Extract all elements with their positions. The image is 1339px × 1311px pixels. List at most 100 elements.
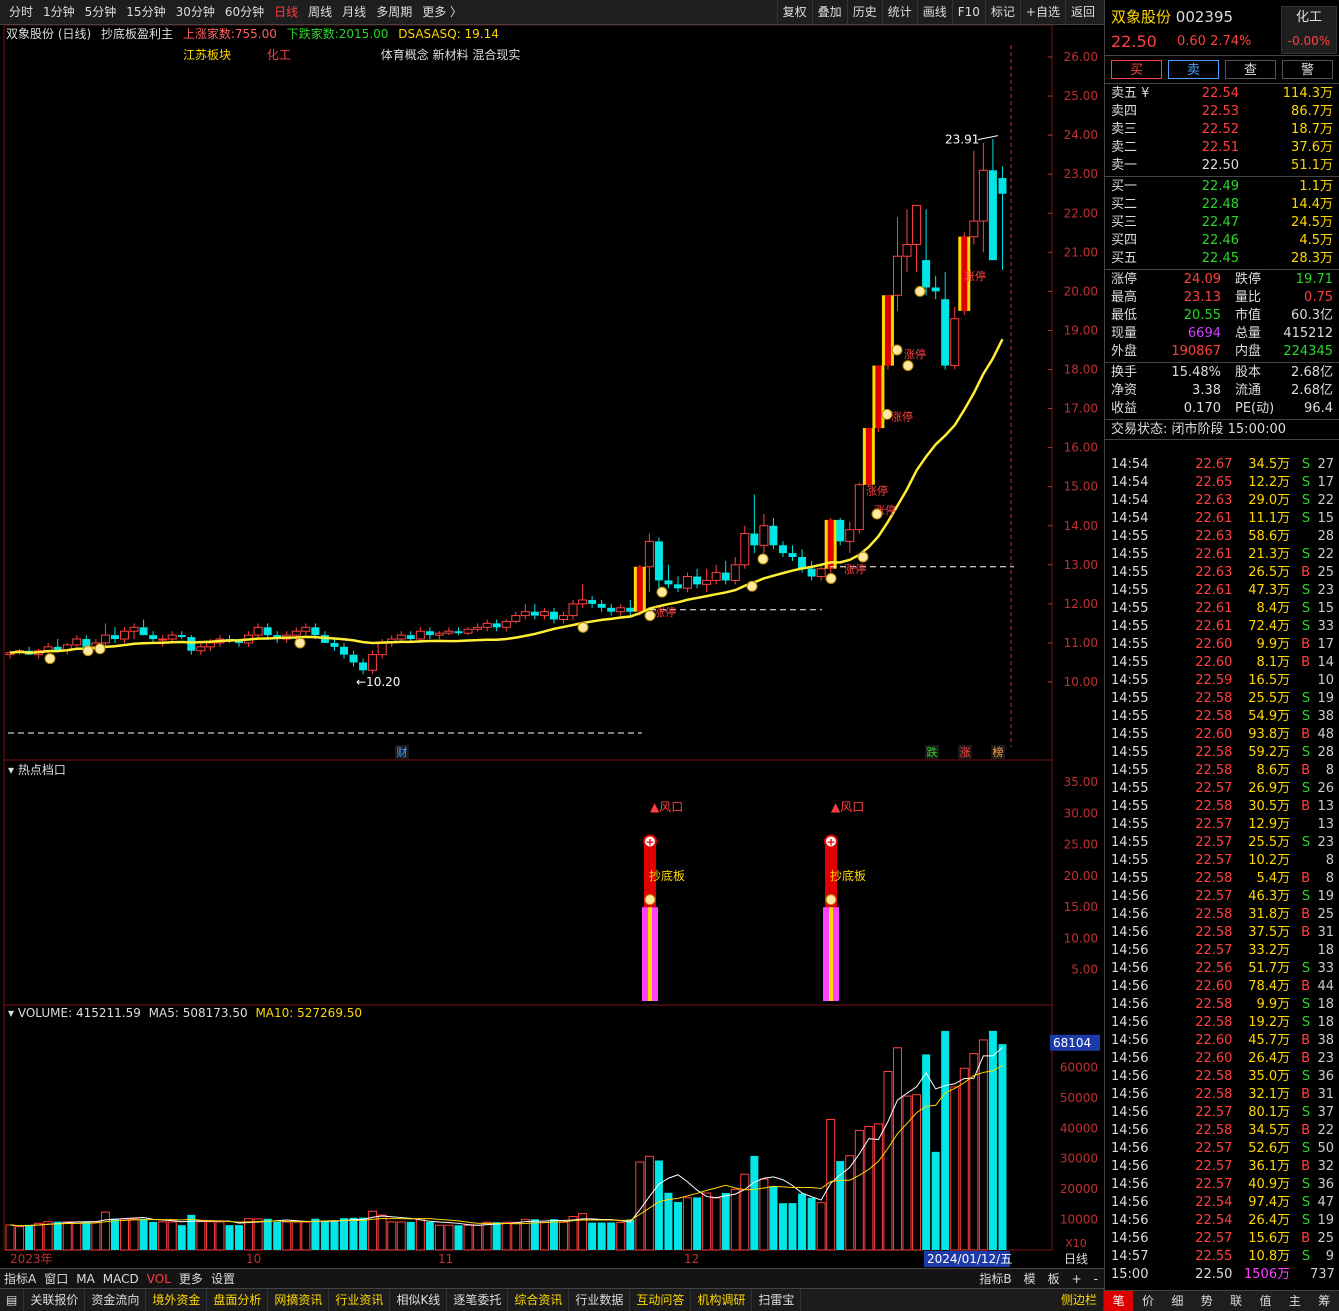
period-7[interactable]: 周线 — [303, 0, 337, 25]
tick-count: 19 — [1317, 1213, 1334, 1228]
right-tab-4[interactable]: 联 — [1222, 1291, 1251, 1311]
sell-button[interactable]: 卖 — [1168, 60, 1219, 79]
tick-price: 22.55 — [1195, 1249, 1233, 1264]
tab-1[interactable]: 窗口 — [40, 1269, 72, 1289]
tab-right-2[interactable]: 板 — [1042, 1269, 1066, 1289]
bottom-item-5[interactable]: 行业资讯 — [329, 1289, 391, 1311]
period-4[interactable]: 30分钟 — [171, 0, 220, 25]
bottom-item-4[interactable]: 网摘资讯 — [268, 1289, 330, 1311]
tab-right-0[interactable]: 指标B — [973, 1269, 1017, 1289]
tab-right-3[interactable]: + — [1066, 1269, 1088, 1289]
tool-4[interactable]: 画线 — [916, 0, 952, 25]
bottom-item-0[interactable]: 关联报价 — [24, 1289, 86, 1311]
tool-6[interactable]: 标记 — [984, 0, 1020, 25]
bottom-item-3[interactable]: 盘面分析 — [207, 1289, 269, 1311]
alert-button[interactable]: 警 — [1282, 60, 1333, 79]
candle-body — [263, 627, 272, 636]
right-tab-5[interactable]: 值 — [1251, 1291, 1280, 1311]
bottom-item-2[interactable]: 境外资金 — [146, 1289, 208, 1311]
right-tab-1[interactable]: 价 — [1133, 1291, 1162, 1311]
volume-bar — [377, 1214, 387, 1251]
tick-time: 14:55 — [1111, 781, 1149, 796]
bottom-item-12[interactable]: 扫雷宝 — [752, 1289, 802, 1311]
money-bag-icon — [746, 580, 758, 592]
tick-row: 14:55 22.58 8.6万 B 8 — [1105, 762, 1339, 780]
tick-list[interactable]: 14:54 22.67 34.5万 S 27 14:54 22.65 12.2万 S 17 14:5… — [1105, 456, 1339, 1284]
candle-body — [998, 178, 1007, 194]
tick-price: 22.63 — [1195, 493, 1233, 508]
volume-bar — [359, 1217, 368, 1250]
tick-row: 14:54 22.65 12.2万 S 17 — [1105, 474, 1339, 492]
tab-4[interactable]: VOL — [143, 1269, 175, 1289]
concepts[interactable]: 体育概念 新材料 混合现实 — [381, 48, 521, 62]
candle-body — [616, 607, 626, 613]
tool-8[interactable]: 返回 — [1064, 0, 1100, 25]
indicator-name[interactable]: 抄底板盈利主 — [101, 27, 173, 41]
bottom-item-8[interactable]: 综合资讯 — [508, 1289, 570, 1311]
candle-body — [177, 635, 186, 638]
tool-3[interactable]: 统计 — [881, 0, 917, 25]
tool-2[interactable]: 历史 — [846, 0, 882, 25]
tick-price: 22.57 — [1195, 1177, 1233, 1192]
tool-7[interactable]: +自选 — [1019, 0, 1065, 25]
money-bag-icon — [902, 360, 914, 372]
tick-count: 36 — [1317, 1069, 1334, 1084]
right-tab-3[interactable]: 势 — [1192, 1291, 1221, 1311]
limit-up-label: 涨停 — [654, 605, 676, 619]
volume-bar — [15, 1226, 25, 1251]
bottom-item-1[interactable]: 资金流向 — [85, 1289, 147, 1311]
period-2[interactable]: 5分钟 — [80, 0, 122, 25]
tick-volume: 46.3万 — [1248, 889, 1291, 904]
sector-jiangsu[interactable]: 江苏板块 — [183, 48, 231, 62]
vol-axis-label: 10000 — [1060, 1213, 1098, 1227]
right-tab-2[interactable]: 细 — [1163, 1291, 1192, 1311]
bottom-item-7[interactable]: 逐笔委托 — [447, 1289, 509, 1311]
order-price: 22.50 — [1201, 158, 1239, 173]
volume-bar — [549, 1219, 558, 1250]
industry-box[interactable]: 化工 -0.00% — [1281, 6, 1337, 54]
right-tab-7[interactable]: 筹 — [1310, 1291, 1339, 1311]
price-change: 0.60 2.74% — [1177, 34, 1251, 49]
volume-bar — [215, 1221, 225, 1251]
tool-5[interactable]: F10 — [951, 0, 985, 25]
bottom-item-11[interactable]: 机构调研 — [691, 1289, 753, 1311]
bottom-item-9[interactable]: 行业数据 — [569, 1289, 631, 1311]
tab-3[interactable]: MACD — [99, 1269, 143, 1289]
volume-bar — [129, 1218, 139, 1251]
right-tab-6[interactable]: 主 — [1280, 1291, 1309, 1311]
period-1[interactable]: 1分钟 — [38, 0, 80, 25]
order-row: 买三 22.47 24.5万 — [1105, 214, 1339, 232]
order-label: 卖一 — [1111, 158, 1138, 173]
period-3[interactable]: 15分钟 — [121, 0, 170, 25]
sector-chemical[interactable]: 化工 — [267, 48, 291, 62]
period-8[interactable]: 月线 — [337, 0, 371, 25]
period-6[interactable]: 日线 — [269, 0, 303, 25]
tab-2[interactable]: MA — [72, 1269, 99, 1289]
right-tab-0[interactable]: 笔 — [1104, 1291, 1134, 1311]
query-button[interactable]: 查 — [1225, 60, 1276, 79]
period-0[interactable]: 分时 — [4, 0, 38, 25]
tab-right-1[interactable]: 模 — [1018, 1269, 1042, 1289]
buy-button[interactable]: 买 — [1111, 60, 1162, 79]
tab-6[interactable]: 设置 — [207, 1269, 239, 1289]
side-panel-button[interactable]: 侧边栏 — [1055, 1289, 1104, 1311]
tool-0[interactable]: 复权 — [776, 0, 812, 25]
tab-0[interactable]: 指标A — [0, 1269, 40, 1289]
tab-right-4[interactable]: - — [1088, 1269, 1104, 1289]
volume-bar — [415, 1218, 425, 1251]
period-10[interactable]: 更多 〉 — [417, 0, 467, 25]
bottom-item-6[interactable]: 相似K线 — [390, 1289, 448, 1311]
period-5[interactable]: 60分钟 — [220, 0, 269, 25]
tab-5[interactable]: 更多 — [175, 1269, 207, 1289]
tick-volume: 11.1万 — [1248, 511, 1291, 526]
volume-bar — [873, 1123, 883, 1251]
tick-side: S — [1301, 691, 1311, 706]
tick-price: 22.59 — [1195, 673, 1233, 688]
hot-axis-label: 5.00 — [1071, 963, 1098, 977]
kline-chart[interactable]: 26.00 25.00 24.00 23.00 22.00 21.00 20.00 19.00… — [0, 25, 1104, 1268]
tool-1[interactable]: 叠加 — [811, 0, 847, 25]
period-9[interactable]: 多周期 — [371, 0, 417, 25]
volume-bar — [530, 1219, 539, 1250]
bottom-bar: ▤ 关联报价 资金流向 境外资金 盘面分析 网摘资讯 行业资讯 相似K线 逐笔委托 综合资讯 行业数… — [0, 1288, 1104, 1311]
bottom-item-10[interactable]: 互动问答 — [630, 1289, 692, 1311]
